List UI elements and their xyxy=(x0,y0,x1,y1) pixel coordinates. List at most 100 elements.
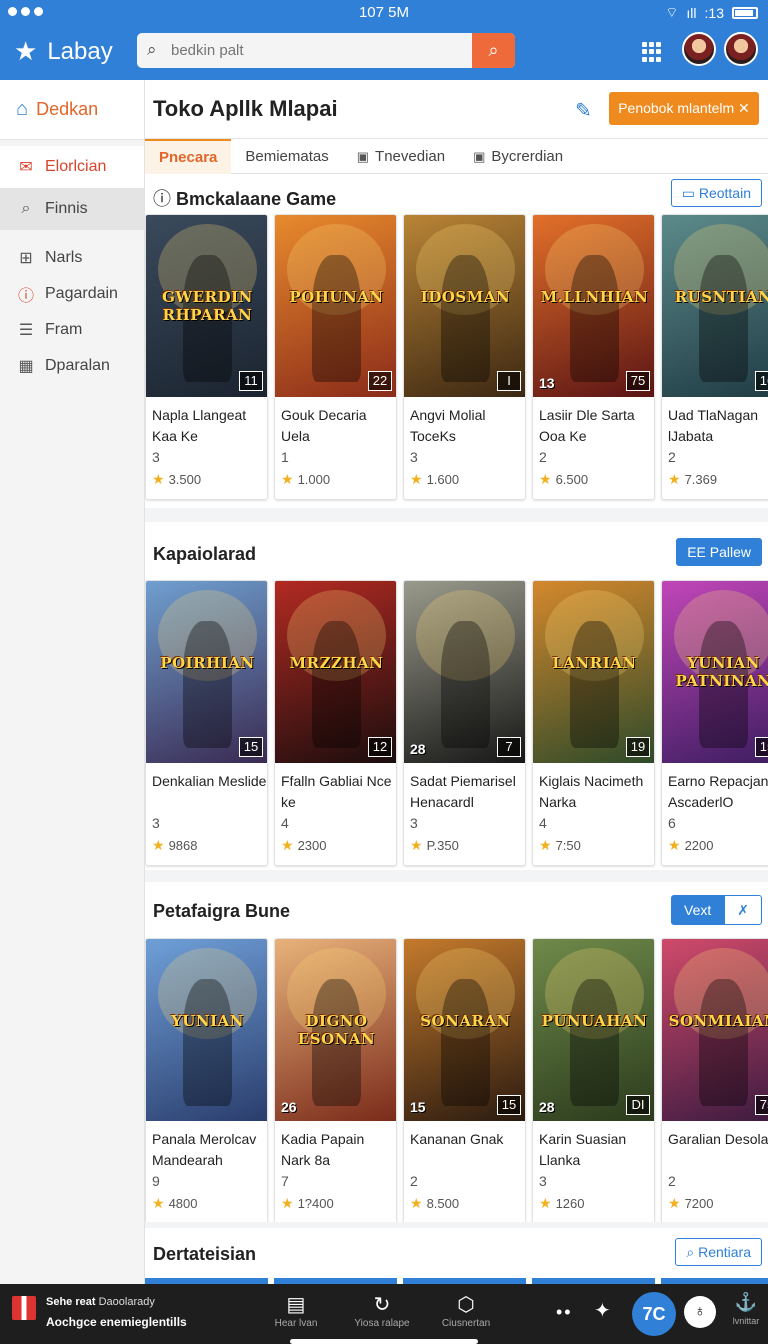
section-petafaigra: Petafaigra Bune Vext ✗ YUNIAN Panala Mero… xyxy=(145,882,768,1222)
game-title: Garalian Desolae xyxy=(668,1131,768,1147)
nav-label: lvnittar xyxy=(732,1316,760,1326)
nav-item-lvnittar[interactable]: ⚓ lvnittar xyxy=(724,1292,768,1326)
game-card[interactable]: POIRHIAN 15 Denkalian Meslide 3 ★ 9868 xyxy=(145,580,268,866)
search-button[interactable]: ⌕ xyxy=(472,33,515,68)
more-dots-icon[interactable]: •• xyxy=(556,1302,573,1323)
game-card[interactable]: DIGNO ESONAN 26 Kadia Papain Nark 8a 7 ★ 1?40… xyxy=(274,938,397,1222)
sidebar-header[interactable]: ⌂ Dedkan xyxy=(0,80,144,140)
tab-bycrerdian[interactable]: ▣ Bycrerdian xyxy=(459,139,577,175)
game-card[interactable]: SONARAN 15 15 Kananan Gnak 2 ★ 8.500 xyxy=(403,938,526,1222)
tab-label: Bycrerdian xyxy=(491,148,564,165)
game-card[interactable]: SONMIAIAN 75 Garalian Desolae 2 ★7200 xyxy=(661,938,768,1222)
rating-value: 8.500 xyxy=(426,1196,460,1211)
star-icon: ★ xyxy=(152,837,165,853)
age-badge: 19 xyxy=(626,737,650,757)
home-indicator[interactable] xyxy=(290,1339,478,1344)
game-cover-image: MRZZHAN 12 xyxy=(275,581,396,763)
star-icon: ★ xyxy=(152,1195,165,1211)
sidebar-item-dparalan[interactable]: ▦ Dparalan xyxy=(0,348,144,384)
brand[interactable]: ★ Labay xyxy=(14,36,113,67)
game-logo: IDOSMAN xyxy=(420,287,511,306)
avatar-secondary[interactable] xyxy=(724,32,758,66)
search-input[interactable] xyxy=(171,33,471,68)
game-title: Napla Llangeat Kaa Ke xyxy=(152,407,247,444)
sidebar-item-fram[interactable]: ☰ Fram xyxy=(0,312,144,348)
game-card[interactable]: 7 28 Sadat Piemarisel Henacardl 3 ★ P.350 xyxy=(403,580,526,866)
tab-pnecara[interactable]: Pnecara xyxy=(145,139,232,175)
game-count: 3 xyxy=(410,449,418,465)
card-row: POIRHIAN 15 Denkalian Meslide 3 ★ 9868 MRZZHAN… xyxy=(145,580,768,866)
game-rating: ★ 2200 xyxy=(668,837,713,854)
tab-label: Pnecara xyxy=(159,149,218,166)
nav-label: Hear lvan xyxy=(274,1318,318,1329)
rating-value: 3.500 xyxy=(168,472,202,487)
game-card[interactable]: POHUNAN 22 Gouk Decaria Uela 1 ★ 1.000 xyxy=(274,214,397,500)
next-button[interactable]: Vext xyxy=(671,895,725,925)
battery-icon xyxy=(732,7,758,19)
sidebar-item-pagardain[interactable]: ⓘ Pagardain xyxy=(0,276,144,312)
game-card[interactable]: YUNIAN Panala Merolcav Mandearah 9 ★ 4800 xyxy=(145,938,268,1222)
game-card[interactable]: RUSNTIAN 16 Uad TlaNagan lJabata 2 ★7.369 xyxy=(661,214,768,500)
game-logo: POIRHIAN xyxy=(160,653,255,672)
promo-rest: Daoolarady xyxy=(98,1296,155,1308)
search-box: ⌕ ⌕ xyxy=(137,33,515,68)
game-card[interactable]: M.LLNHIAN 75 13 Lasiir Dle Sarta Ooa Ke 2 ★ 6.… xyxy=(532,214,655,500)
apps-grid-icon[interactable] xyxy=(642,42,662,62)
section-action-button[interactable]: ▭ Reottain xyxy=(670,179,762,207)
game-card[interactable]: YUNIAN PATNINAN 15 Earno Repacjan Ascaderl… xyxy=(661,580,768,866)
game-logo: LANRIAN xyxy=(552,653,637,672)
game-title: Uad TlaNagan lJabata xyxy=(668,407,759,444)
rating-value: 4800 xyxy=(168,1196,198,1211)
game-cover-image: YUNIAN xyxy=(146,939,267,1121)
game-logo: SONMIAIAN xyxy=(668,1011,768,1030)
tab-bemiematas[interactable]: Bemiematas xyxy=(231,139,342,175)
promo-line-1[interactable]: Sehe reat Daoolarady xyxy=(46,1296,155,1308)
nav-item-hear[interactable]: ▤ Hear lvan xyxy=(256,1292,336,1329)
gift-icon[interactable] xyxy=(12,1296,36,1320)
age-badge: 7 xyxy=(497,737,521,757)
fab-button[interactable]: 7C xyxy=(632,1292,676,1336)
tab-tnevedian[interactable]: ▣ Tnevedian xyxy=(343,139,459,175)
close-icon[interactable]: ✗ xyxy=(724,895,762,925)
promo-line-2[interactable]: Aochgce enemieglentills xyxy=(46,1315,187,1329)
pin-icon[interactable]: ✎ xyxy=(575,98,592,123)
star-icon: ★ xyxy=(281,837,294,853)
game-card[interactable]: MRZZHAN 12 Ffalln Gabliai Nce ke 4 ★ 2300 xyxy=(274,580,397,866)
game-count: 3 xyxy=(152,815,160,831)
star-icon: ★ xyxy=(539,837,552,853)
box-icon: ▭ xyxy=(681,185,699,201)
sidebar-item-elorlcian[interactable]: ✉ Elorlcian xyxy=(0,146,144,188)
cover-number: 28 xyxy=(539,1099,555,1115)
sidebar-header-label: Dedkan xyxy=(36,99,99,119)
cover-figure xyxy=(569,979,620,1107)
profile-circle-icon[interactable]: ♁ xyxy=(684,1296,716,1328)
section-title: Dertateisian xyxy=(153,1244,257,1264)
cta-button[interactable]: Penobok mlantelm ✕ xyxy=(609,92,759,125)
game-rating: ★ 1?400 xyxy=(281,1195,334,1212)
nav-item-yiosa[interactable]: ↻ Yiosa ralape xyxy=(342,1292,422,1329)
game-card[interactable]: LANRIAN 19 Kiglais Nacimeth Narka 4 ★ 7:50 xyxy=(532,580,655,866)
game-card[interactable]: PUNUAHAN DI 28 Karin Suasian Llanka 3 ★ 1260 xyxy=(532,938,655,1222)
game-rating: ★ 2300 xyxy=(281,837,326,854)
game-cover-image: IDOSMAN I xyxy=(404,215,525,397)
rating-value: 1260 xyxy=(555,1196,585,1211)
game-rating: ★ 3.500 xyxy=(152,471,201,488)
game-card[interactable]: GWERDIN RHPARAN 11 Napla Llangeat Kaa Ke 3 ★… xyxy=(145,214,268,500)
section-action-button[interactable]: ⌕ Rentiara xyxy=(675,1238,762,1266)
rating-value: 1.600 xyxy=(426,472,460,487)
avatar[interactable] xyxy=(682,32,716,66)
age-badge: 11 xyxy=(239,371,263,391)
game-card[interactable]: IDOSMAN I Angvi Molial ToceKs 3 ★ 1.600 xyxy=(403,214,526,500)
alert-circle-icon: ⓘ xyxy=(17,288,34,305)
game-cover-image: POIRHIAN 15 xyxy=(146,581,267,763)
game-cover-image: GWERDIN RHPARAN 11 xyxy=(146,215,267,397)
bird-icon[interactable]: ✦ xyxy=(594,1298,611,1323)
game-logo: POHUNAN xyxy=(289,287,384,306)
sidebar-item-finnis[interactable]: ⌕ Finnis xyxy=(0,188,144,230)
nav-item-ciusnertan[interactable]: ⬡ Ciusnertan xyxy=(426,1292,506,1329)
section-action-button[interactable]: EE Pallew xyxy=(676,538,762,566)
section-action-label: Reottain xyxy=(698,185,751,201)
game-logo: DIGNO ESONAN xyxy=(297,1011,376,1048)
sidebar-item-narls[interactable]: ⊞ Narls xyxy=(0,240,144,276)
info-icon: ⓘ xyxy=(153,189,177,209)
